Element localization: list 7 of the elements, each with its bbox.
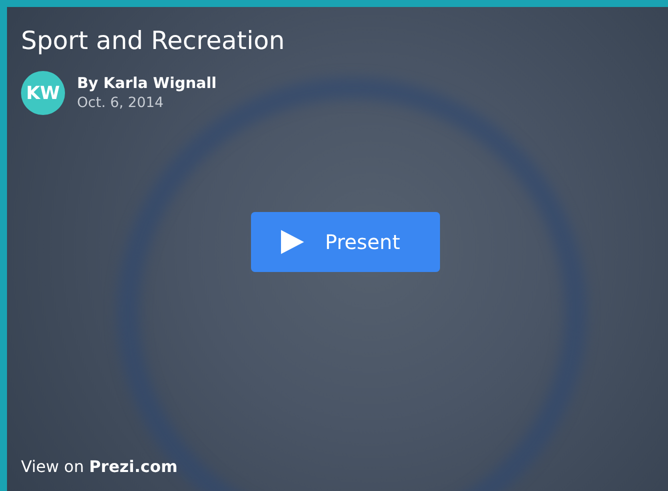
present-button[interactable]: Present [251, 212, 440, 272]
avatar-initials: KW [21, 71, 65, 115]
author-name: By Karla Wignall [77, 73, 217, 93]
play-icon [279, 229, 305, 255]
presentation-title: Sport and Recreation [21, 25, 285, 57]
view-on-prezi-link[interactable]: View on Prezi.com [21, 455, 178, 479]
presentation-date: Oct. 6, 2014 [77, 94, 165, 113]
